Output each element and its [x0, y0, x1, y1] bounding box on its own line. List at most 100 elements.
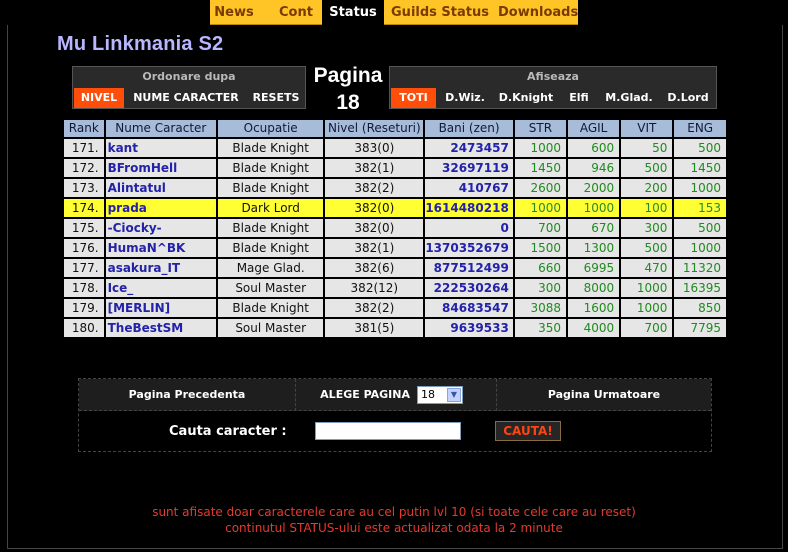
level-cell: 382(6) — [325, 259, 424, 277]
rank-cell: 174. — [64, 199, 104, 217]
filter-option-elfi[interactable]: Elfi — [562, 88, 596, 108]
rank-cell: 180. — [64, 319, 104, 337]
col-class[interactable]: Ocupatie — [218, 120, 324, 137]
agil-cell: 2000 — [568, 179, 620, 197]
class-cell: Soul Master — [218, 279, 324, 297]
nav-status[interactable]: Status — [322, 0, 384, 25]
nav-cont[interactable]: Cont — [272, 0, 320, 25]
col-name[interactable]: Nume Caracter — [105, 120, 216, 137]
filter-option-dlord[interactable]: D.Lord — [662, 88, 714, 108]
col-str[interactable]: STR — [514, 120, 566, 137]
class-cell: Blade Knight — [218, 139, 324, 157]
nav-downloads[interactable]: Downloads — [498, 0, 578, 25]
agil-cell: 6995 — [568, 259, 620, 277]
filter-option-toti[interactable]: TOTI — [391, 88, 436, 108]
chevron-down-icon[interactable]: ▼ — [447, 388, 461, 402]
table-row: 178. Ice_ Soul Master 382(12) 222530264 300 80… — [64, 279, 726, 297]
class-cell: Blade Knight — [218, 159, 324, 177]
str-cell: 2600 — [514, 179, 566, 197]
search-label: Cauta caracter : — [169, 424, 287, 439]
zen-cell: 9639533 — [425, 319, 513, 337]
table-row: 180. TheBestSM Soul Master 381(5) 9639533 350… — [64, 319, 726, 337]
character-name-link[interactable]: -Ciocky- — [105, 219, 216, 237]
rank-cell: 179. — [64, 299, 104, 317]
eng-cell: 1000 — [674, 239, 726, 257]
character-name-link[interactable]: HumaN^BK — [105, 239, 216, 257]
vit-cell: 500 — [621, 239, 673, 257]
character-name-link[interactable]: Alintatul — [105, 179, 216, 197]
vit-cell: 100 — [621, 199, 673, 217]
table-row: 175. -Ciocky- Blade Knight 382(0) 0 700 670 300… — [64, 219, 726, 237]
str-cell: 300 — [514, 279, 566, 297]
str-cell: 1450 — [514, 159, 566, 177]
nav-news[interactable]: News — [210, 0, 258, 25]
site-title: Mu Linkmania S2 — [57, 33, 224, 55]
prev-page-link[interactable]: Pagina Precedenta — [79, 379, 295, 411]
zen-cell: 877512499 — [425, 259, 513, 277]
col-level[interactable]: Nivel (Reseturi) — [325, 120, 424, 137]
level-cell: 381(5) — [325, 319, 424, 337]
col-rank[interactable]: Rank — [64, 120, 104, 137]
sort-option-nivel[interactable]: NIVEL — [74, 88, 124, 108]
col-eng[interactable]: ENG — [674, 120, 726, 137]
page-number: 18 — [336, 91, 360, 114]
col-vit[interactable]: VIT — [621, 120, 673, 137]
sort-option-nume-caracter[interactable]: NUME CARACTER — [129, 88, 243, 108]
class-cell: Blade Knight — [218, 219, 324, 237]
search-input[interactable] — [315, 422, 461, 440]
level-cell: 382(1) — [325, 239, 424, 257]
str-cell: 660 — [514, 259, 566, 277]
rank-cell: 175. — [64, 219, 104, 237]
page-label: Pagina — [313, 64, 383, 87]
vit-cell: 700 — [621, 319, 673, 337]
agil-cell: 600 — [568, 139, 620, 157]
top-nav: News Cont Status Guilds Status Downloads — [0, 0, 788, 26]
eng-cell: 500 — [674, 139, 726, 157]
eng-cell: 500 — [674, 219, 726, 237]
zen-cell: 410767 — [425, 179, 513, 197]
level-cell: 382(12) — [325, 279, 424, 297]
page-select-value: 18 — [421, 388, 435, 401]
class-cell: Blade Knight — [218, 299, 324, 317]
character-name-link[interactable]: Ice_ — [105, 279, 216, 297]
level-cell: 382(0) — [325, 219, 424, 237]
next-page-link[interactable]: Pagina Urmatoare — [497, 379, 711, 411]
vit-cell: 1000 — [621, 279, 673, 297]
nav-guilds-status[interactable]: Guilds Status — [390, 0, 490, 25]
level-cell: 382(2) — [325, 299, 424, 317]
zen-cell: 1370352679 — [425, 239, 513, 257]
col-agil[interactable]: AGIL — [568, 120, 620, 137]
zen-cell: 32697119 — [425, 159, 513, 177]
nav-bar: News Cont Status Guilds Status Downloads — [210, 0, 578, 25]
eng-cell: 1000 — [674, 179, 726, 197]
ranking-body: 171. kant Blade Knight 383(0) 2473457 1000 600… — [64, 139, 726, 337]
level-cell: 383(0) — [325, 139, 424, 157]
character-name-link[interactable]: BFromHell — [105, 159, 216, 177]
rank-cell: 178. — [64, 279, 104, 297]
filter-heading: Afiseaza — [527, 70, 579, 83]
class-cell: Mage Glad. — [218, 259, 324, 277]
character-name-link[interactable]: asakura_IT — [105, 259, 216, 277]
sort-option-resets[interactable]: RESETS — [247, 88, 305, 108]
filter-option-mglad[interactable]: M.Glad. — [602, 88, 656, 108]
paging-panel: Pagina Precedenta ALEGE PAGINA 18 ▼ Pagi… — [78, 378, 712, 452]
character-name-link[interactable]: TheBestSM — [105, 319, 216, 337]
character-name-link[interactable]: [MERLIN] — [105, 299, 216, 317]
filter-option-dwiz[interactable]: D.Wiz. — [442, 88, 488, 108]
table-row: 176. HumaN^BK Blade Knight 382(1) 1370352679… — [64, 239, 726, 257]
rank-cell: 171. — [64, 139, 104, 157]
agil-cell: 1300 — [568, 239, 620, 257]
character-name-link[interactable]: prada — [105, 199, 216, 217]
agil-cell: 4000 — [568, 319, 620, 337]
character-name-link[interactable]: kant — [105, 139, 216, 157]
vit-cell: 500 — [621, 159, 673, 177]
str-cell: 1000 — [514, 199, 566, 217]
col-zen[interactable]: Bani (zen) — [425, 120, 513, 137]
str-cell: 350 — [514, 319, 566, 337]
page-select[interactable]: 18 ▼ — [417, 386, 463, 404]
table-row: 171. kant Blade Knight 383(0) 2473457 1000 600… — [64, 139, 726, 157]
search-button[interactable]: CAUTA! — [495, 421, 561, 441]
table-row: 179. [MERLIN] Blade Knight 382(2) 84683547 30… — [64, 299, 726, 317]
eng-cell: 16395 — [674, 279, 726, 297]
filter-option-dknight[interactable]: D.Knight — [496, 88, 556, 108]
